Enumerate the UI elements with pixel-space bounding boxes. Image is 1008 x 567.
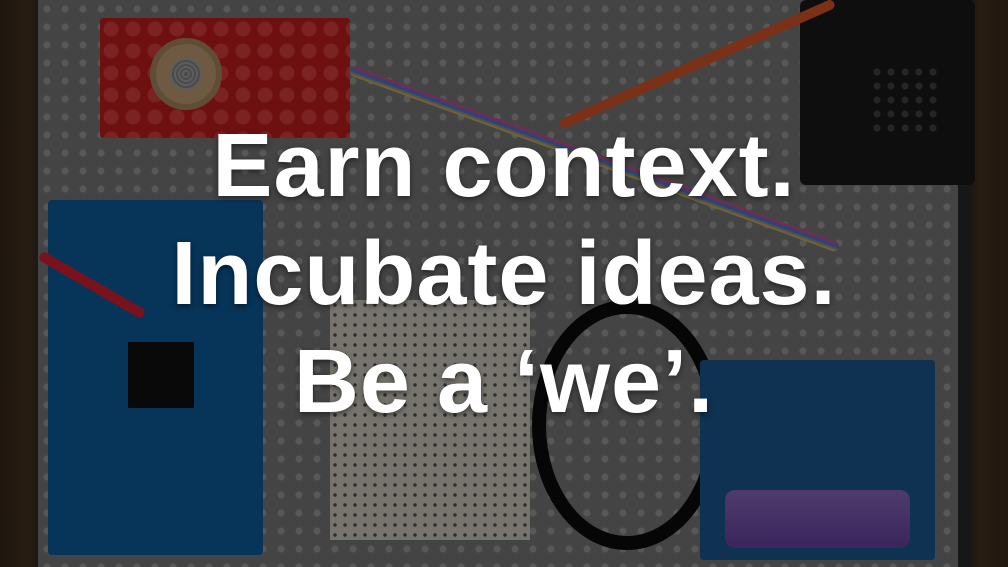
background-photo: Earn context. Incubate ideas. Be a ‘we’. <box>0 0 1008 567</box>
caption-line-2: Incubate ideas. <box>171 224 837 324</box>
headline-caption: Earn context. Incubate ideas. Be a ‘we’. <box>0 112 1008 436</box>
caption-line-1: Earn context. <box>212 116 796 216</box>
caption-line-3: Be a ‘we’. <box>293 332 715 432</box>
